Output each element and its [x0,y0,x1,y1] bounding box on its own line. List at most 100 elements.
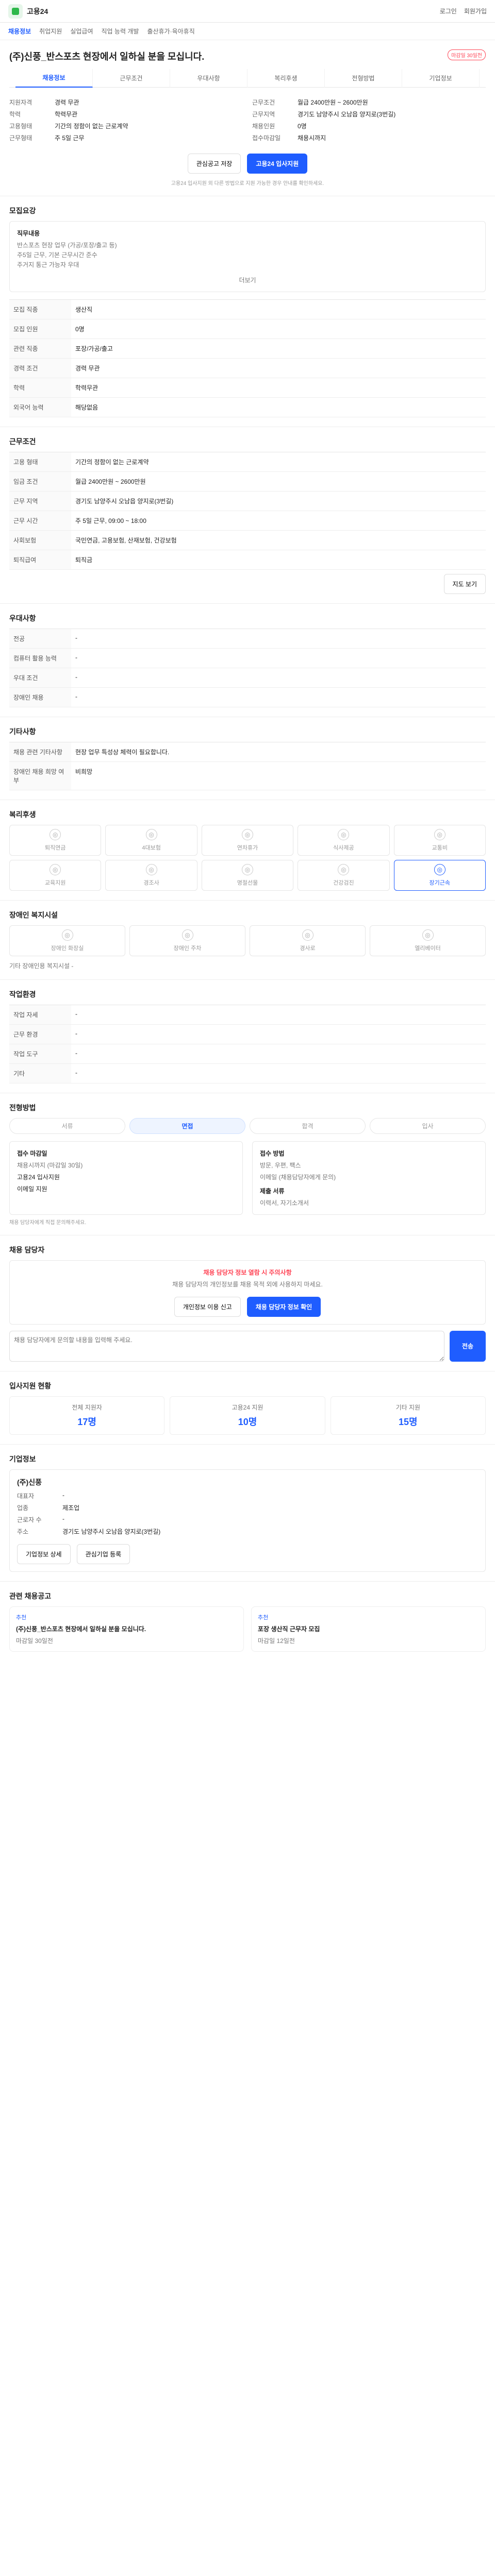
login-link[interactable]: 로그인 [440,7,457,15]
benefit-label: 4대보험 [142,844,161,851]
benefit-tile: ◎ 퇴직연금 [9,824,102,856]
tab-process[interactable]: 전형방법 [325,69,402,88]
kv-value: 기간의 정함이 없는 근로계약 [55,123,128,130]
job-card[interactable]: 추천 포장 생산직 근무자 모집 마감일 12일전 [251,1606,486,1652]
subnav-item-jobs[interactable]: 채용정보 [8,27,31,36]
table-value: - [71,1005,486,1025]
subnav-item-employment-support[interactable]: 취업지원 [39,27,62,36]
table-key: 장애인 채용 [9,687,71,707]
table-value: 경기도 남양주시 오남읍 양지로(3번길) [71,491,486,511]
table-row: 근무 환경 - [9,1024,486,1044]
benefits-section: 복리후생 ◎ 퇴직연금 ◎ 4대보험 ◎ 연차휴가 ◎ 식사제공 ◎ 교통비 ◎ 교육지원 … [0,800,495,901]
company-box: (주)신풍 대표자 - 업종 제조업 근로자 수 - 주소 경기도 남양주시 오남읍 양… [9,1469,486,1572]
table-key: 관련 직종 [9,338,71,359]
conditions-section: 근무조건 고용 형태 기간의 정함이 없는 근로계약 임금 조건 월급 2400만원… [0,427,495,604]
accessibility-heading: 장애인 복지시설 [9,910,58,919]
table-value: 주 5일 근무, 09:00 ~ 18:00 [71,511,486,531]
map-button[interactable]: 지도 보기 [443,573,486,594]
preference-heading: 우대사항 [9,614,36,622]
job-summary: (주)신풍_반스포츠 현장에서 일하실 분을 모십니다. 마감일 30일전 채용… [0,40,495,196]
table-key: 장애인 채용 희망 여부 [9,761,71,790]
benefits-tiles: ◎ 퇴직연금 ◎ 4대보험 ◎ 연차휴가 ◎ 식사제공 ◎ 교통비 ◎ 교육지원 ◎ 경조사 … [9,824,486,891]
subnav-item-leave[interactable]: 출산휴가·육아휴직 [147,27,194,36]
table-row: 임금 조건 월급 2400만원 ~ 2600만원 [9,471,486,492]
more-link[interactable]: 더보기 [239,277,256,284]
kv-key: 근무조건 [252,99,275,106]
table-value: - [71,1044,486,1064]
table-row: 모집 인원 0명 [9,319,486,339]
access-icon: ◎ [302,929,314,941]
recommend-heading: 관련 채용공고 [9,1591,52,1600]
process-left-line: 이메일 지원 [17,1185,47,1193]
company-follow-button[interactable]: 관심기업 등록 [76,1544,130,1564]
table-row: 작업 도구 - [9,1044,486,1064]
table-row: 기타 - [9,1063,486,1083]
table-value: - [71,629,486,649]
job-title: (주)신풍_반스포츠 현장에서 일하실 분을 모십니다. [9,52,205,62]
brand[interactable]: 고용24 [8,4,48,19]
table-row: 전공 - [9,629,486,649]
benefit-icon: ◎ [145,863,157,875]
company-detail-button[interactable]: 기업정보 상세 [17,1544,71,1564]
benefit-label: 퇴직연금 [44,844,66,851]
table-key: 근무 시간 [9,511,71,531]
save-job-button[interactable]: 관심공고 저장 [187,154,241,174]
process-step: 면접 [129,1117,245,1134]
table-value: 0명 [71,319,486,339]
table-key: 퇴직급여 [9,550,71,570]
table-row: 경력 조건 경력 무관 [9,358,486,378]
process-doc-title: 제출 서류 [260,1187,285,1195]
tab-preference[interactable]: 우대사항 [170,69,248,88]
subnav-item-unemployment[interactable]: 실업급여 [70,27,93,36]
process-right-box: 접수 방법 방문, 우편, 팩스 이메일 (채용담당자에게 문의) 제출 서류 … [252,1141,486,1215]
etc-table: 채용 관련 기타사항 현장 업무 특성상 체력이 필요합니다. 장애인 채용 희망… [9,741,486,790]
table-row: 퇴직급여 퇴직금 [9,550,486,570]
job-card[interactable]: 추천 (주)신풍_반스포츠 현장에서 일하실 분을 모십니다. 마감일 30일전 [9,1606,244,1652]
contact-heading: 채용 담당자 [9,1245,45,1254]
benefit-icon: ◎ [338,828,350,840]
kv-value: 경력 무관 [55,99,79,106]
signup-link[interactable]: 회원가입 [464,7,487,15]
kv-key: 근로자 수 [17,1516,42,1523]
apply-button[interactable]: 고용24 입사지원 [247,154,308,174]
subnav-item-skills[interactable]: 직업 능력 개발 [102,27,139,36]
tab-company[interactable]: 기업정보 [402,69,480,88]
recruit-box: 직무내용 반스포츠 현장 업무 (가공/포장/출고 등) 주5일 근무, 기본 … [9,221,486,292]
benefit-icon: ◎ [145,828,157,840]
inquiry-row: 전송 [9,1330,486,1362]
inquiry-textarea[interactable] [9,1330,444,1362]
environment-table: 작업 자세 - 근무 환경 - 작업 도구 - 기타 - [9,1004,486,1083]
kv-value: 채용시까지 [298,134,326,142]
job-actions: 관심공고 저장 고용24 입사지원 [9,154,486,174]
benefit-tile: ◎ 건강검진 [298,859,390,891]
process-left-line: 채용시까지 (마감일 30일) [17,1161,83,1169]
send-inquiry-button[interactable]: 전송 [450,1330,486,1362]
conditions-table: 고용 형태 기간의 정함이 없는 근로계약 임금 조건 월급 2400만원 ~ 26… [9,451,486,570]
kv-key: 채용인원 [252,123,275,130]
table-row: 컴퓨터 활용 능력 - [9,648,486,668]
tab-conditions[interactable]: 근무조건 [93,69,170,88]
table-key: 모집 인원 [9,319,71,339]
access-tile: ◎ 장애인 주차 [129,925,245,956]
kv-row: 채용인원 0명 [252,122,486,130]
report-button[interactable]: 개인정보 이용 신고 [174,1296,241,1317]
table-value: 국민연금, 고용보험, 산재보험, 건강보험 [71,530,486,550]
subnav: 채용정보 취업지원 실업급여 직업 능력 개발 출산휴가·육아휴직 [0,23,495,40]
benefit-icon: ◎ [338,863,350,875]
benefit-icon: ◎ [434,828,446,840]
logo-icon [8,4,23,19]
table-row: 사회보험 국민연금, 고용보험, 산재보험, 건강보험 [9,530,486,550]
view-contact-button[interactable]: 채용 담당자 정보 확인 [246,1296,321,1317]
environment-heading: 작업환경 [9,990,36,998]
benefit-icon: ◎ [50,863,61,875]
stat-label: 고용24 지원 [232,1403,263,1411]
process-details: 접수 마감일 채용시까지 (마감일 30일) 고용24 입사지원 이메일 지원 … [9,1141,486,1215]
tab-recruit[interactable]: 채용정보 [15,69,93,88]
table-row: 근무 시간 주 5일 근무, 09:00 ~ 18:00 [9,511,486,531]
kv-key: 접수마감일 [252,134,281,142]
job-keyinfo: 지원자격 경력 무관 학력 학력무관 고용형태 기간의 정함이 없는 근로계약 근무형… [9,95,486,145]
accessibility-tiles: ◎ 장애인 화장실 ◎ 장애인 주차 ◎ 경사로 ◎ 엘리베이터 [9,925,486,956]
table-value: - [71,687,486,707]
tab-benefits[interactable]: 복리후생 [248,69,325,88]
kv-value: 제조업 [62,1504,80,1512]
